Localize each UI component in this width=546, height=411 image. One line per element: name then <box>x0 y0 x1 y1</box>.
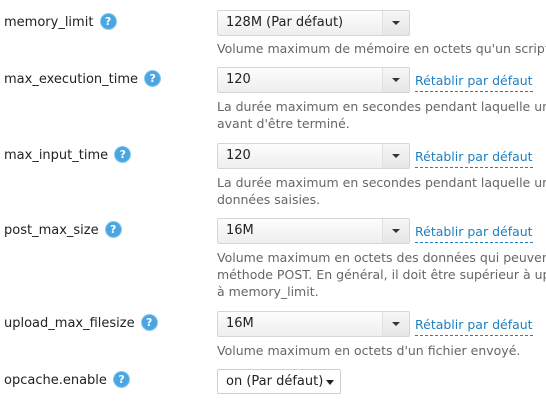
setting-label-post-max-size: post_max_size ? <box>4 221 121 241</box>
setting-label-upload-max-filesize: upload_max_filesize ? <box>4 314 157 334</box>
setting-label-opcache-enable: opcache.enable ? <box>4 371 130 391</box>
reset-default-link[interactable]: Rétablir par défaut <box>415 147 533 168</box>
upload-max-filesize-select[interactable]: 16M <box>217 311 410 337</box>
max-input-time-select[interactable]: 120 <box>217 143 410 169</box>
select-value: on (Par défaut) <box>226 374 324 389</box>
select-value: 128M (Par défaut) <box>226 15 344 30</box>
chevron-down-icon[interactable] <box>382 219 409 243</box>
upload-max-filesize-description: Volume maximum en octets d'un fichier en… <box>217 342 546 359</box>
reset-default-link[interactable]: Rétablir par défaut <box>415 71 533 92</box>
question-circle-icon[interactable]: ? <box>105 222 121 237</box>
description-line: méthode POST. En général, il doit être s… <box>217 267 546 282</box>
max-execution-time-select[interactable]: 120 <box>217 67 410 93</box>
setting-label-max-input-time: max_input_time ? <box>4 146 131 166</box>
description-line: Volume maximum en octets des données qui… <box>217 250 546 265</box>
memory-limit-description: Volume maximum de mémoire en octets qu'u… <box>217 40 546 57</box>
question-circle-icon[interactable]: ? <box>141 315 157 330</box>
chevron-down-icon[interactable] <box>326 380 334 385</box>
post-max-size-description: Volume maximum en octets des données qui… <box>217 249 546 300</box>
select-value: 120 <box>226 148 251 163</box>
setting-name: max_input_time <box>4 148 109 163</box>
setting-name: opcache.enable <box>4 373 107 388</box>
setting-name: max_execution_time <box>4 72 139 87</box>
description-line: Volume maximum de mémoire en octets qu'u… <box>217 41 546 56</box>
setting-name: post_max_size <box>4 223 99 238</box>
reset-default-link[interactable]: Rétablir par défaut <box>415 315 533 336</box>
post-max-size-select[interactable]: 16M <box>217 218 410 244</box>
question-circle-icon[interactable]: ? <box>115 147 131 162</box>
max-input-time-description: La durée maximum en secondes pendant laq… <box>217 174 546 208</box>
description-line: La durée maximum en secondes pendant laq… <box>217 99 546 114</box>
setting-name: upload_max_filesize <box>4 316 135 331</box>
select-value: 16M <box>226 223 254 238</box>
question-circle-icon[interactable]: ? <box>100 14 116 29</box>
chevron-down-icon[interactable] <box>382 312 409 336</box>
chevron-down-icon[interactable] <box>382 11 409 35</box>
description-line: Volume maximum en octets d'un fichier en… <box>217 343 521 358</box>
description-line: La durée maximum en secondes pendant laq… <box>217 175 546 190</box>
chevron-down-icon[interactable] <box>382 68 409 92</box>
question-circle-icon[interactable]: ? <box>145 71 161 86</box>
select-value: 16M <box>226 316 254 331</box>
setting-label-max-execution-time: max_execution_time ? <box>4 70 161 90</box>
question-circle-icon[interactable]: ? <box>114 372 130 387</box>
memory-limit-select[interactable]: 128M (Par défaut) <box>217 10 410 36</box>
select-value: 120 <box>226 72 251 87</box>
chevron-down-icon[interactable] <box>382 144 409 168</box>
opcache-enable-select[interactable]: on (Par défaut) <box>217 369 341 394</box>
reset-default-link[interactable]: Rétablir par défaut <box>415 222 533 243</box>
description-line: à memory_limit. <box>217 284 319 299</box>
setting-name: memory_limit <box>4 15 94 30</box>
description-line: données saisies. <box>217 192 321 207</box>
max-execution-time-description: La durée maximum en secondes pendant laq… <box>217 98 546 132</box>
description-line: avant d'être terminé. <box>217 116 350 131</box>
setting-label-memory-limit: memory_limit ? <box>4 13 116 33</box>
